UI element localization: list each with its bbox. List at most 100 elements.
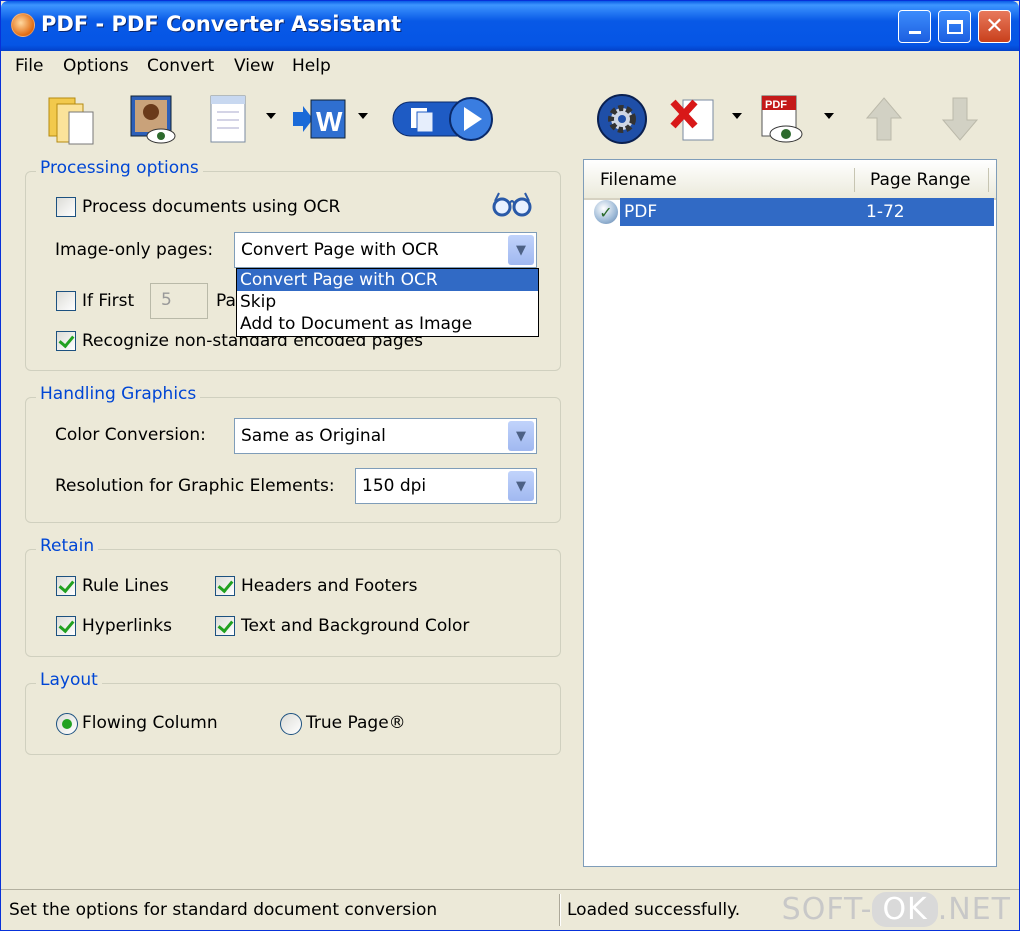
pages-label: Pa <box>216 291 236 311</box>
ocr-label: Process documents using OCR <box>82 197 341 217</box>
menu-convert[interactable]: Convert <box>147 56 214 76</box>
resolution-value: 150 dpi <box>362 476 427 496</box>
column-page-range[interactable]: Page Range <box>870 170 970 190</box>
status-load-state: Loaded successfully. <box>567 900 741 920</box>
column-divider[interactable] <box>988 168 989 192</box>
chevron-down-icon[interactable]: ▼ <box>508 471 534 501</box>
preview-button[interactable] <box>121 89 183 149</box>
document-button[interactable] <box>197 89 259 149</box>
resolution-label: Resolution for Graphic Elements: <box>55 476 335 496</box>
column-divider[interactable] <box>854 168 855 192</box>
menu-options[interactable]: Options <box>63 56 129 76</box>
open-files-button[interactable] <box>39 89 101 149</box>
minimize-icon <box>908 31 921 34</box>
dropdown-option-skip[interactable]: Skip <box>237 291 538 313</box>
svg-text:W: W <box>316 106 343 137</box>
status-message: Set the options for standard document co… <box>9 900 438 920</box>
move-up-icon <box>865 97 903 141</box>
watermark: SOFT- OK .NET <box>781 892 1011 927</box>
rule-lines-label: Rule Lines <box>82 576 169 596</box>
move-down-icon <box>941 97 979 141</box>
open-files-icon <box>48 97 94 145</box>
check-icon: ✓ <box>594 200 618 224</box>
column-filename[interactable]: Filename <box>600 170 677 190</box>
status-divider <box>559 894 561 926</box>
maximize-icon <box>946 19 963 34</box>
ocr-checkbox[interactable] <box>56 197 76 217</box>
menu-file[interactable]: File <box>15 56 43 76</box>
retain-group: Retain <box>25 536 561 657</box>
text-background-color-checkbox[interactable] <box>215 616 235 636</box>
if-first-label: If First <box>82 291 135 311</box>
window-title: PDF - PDF Converter Assistant <box>41 12 402 36</box>
hyperlinks-checkbox[interactable] <box>56 616 76 636</box>
remove-document-icon <box>670 99 714 141</box>
layout-label: Layout <box>36 670 102 690</box>
recognize-encoded-checkbox[interactable] <box>56 331 76 351</box>
remove-document-button[interactable] <box>661 89 723 149</box>
dropdown-option-convert-ocr[interactable]: Convert Page with OCR <box>237 269 538 291</box>
settings-button[interactable] <box>591 89 653 149</box>
image-only-pages-value: Convert Page with OCR <box>241 240 439 260</box>
title-bar[interactable]: PDF - PDF Converter Assistant ✕ <box>1 1 1019 51</box>
color-conversion-label: Color Conversion: <box>55 425 206 445</box>
image-only-pages-select[interactable]: Convert Page with OCR ▼ <box>234 232 537 268</box>
toolbar: W PDF <box>1 83 1019 159</box>
retain-label: Retain <box>36 536 99 556</box>
app-window: PDF - PDF Converter Assistant ✕ File Opt… <box>0 0 1020 931</box>
svg-text:PDF: PDF <box>765 99 787 111</box>
handling-graphics-group: Handling Graphics <box>25 384 561 523</box>
word-export-button[interactable]: W <box>288 89 350 149</box>
close-button[interactable]: ✕ <box>978 10 1011 43</box>
close-icon: ✕ <box>985 14 1004 39</box>
hyperlinks-label: Hyperlinks <box>82 616 173 636</box>
menu-view[interactable]: View <box>234 56 274 76</box>
preview-icon <box>130 95 176 144</box>
image-only-pages-label: Image-only pages: <box>55 240 214 260</box>
dropdown-option-add-image[interactable]: Add to Document as Image <box>237 313 538 335</box>
word-dropdown-arrow[interactable] <box>358 113 368 119</box>
headers-footers-checkbox[interactable] <box>215 576 235 596</box>
minimize-button[interactable] <box>898 10 931 43</box>
file-row-range: 1-72 <box>866 202 905 222</box>
menu-bar: File Options Convert View Help <box>1 51 1019 81</box>
move-up-button[interactable] <box>853 89 915 149</box>
flowing-column-radio[interactable] <box>56 713 78 735</box>
app-icon <box>11 13 35 37</box>
text-background-color-label: Text and Background Color <box>241 616 470 636</box>
document-icon <box>210 95 246 143</box>
settings-gear-icon <box>597 94 647 144</box>
flowing-column-label: Flowing Column <box>82 713 218 733</box>
chevron-down-icon[interactable]: ▼ <box>508 421 534 451</box>
document-dropdown-arrow[interactable] <box>266 113 276 119</box>
pdf-preview-icon: PDF <box>761 95 803 143</box>
chevron-down-icon[interactable]: ▼ <box>508 235 534 265</box>
if-first-pages-input[interactable]: 5 <box>150 283 208 319</box>
file-row-name: PDF <box>624 202 658 222</box>
glasses-icon <box>491 189 533 223</box>
remove-dropdown-arrow[interactable] <box>732 113 742 119</box>
word-export-icon: W <box>293 99 346 139</box>
resolution-select[interactable]: 150 dpi ▼ <box>355 468 537 504</box>
headers-footers-label: Headers and Footers <box>241 576 418 596</box>
file-list[interactable]: Filename Page Range ✓ PDF 1-72 <box>583 159 997 867</box>
convert-run-icon <box>392 97 493 141</box>
pdf-preview-button[interactable]: PDF <box>753 89 815 149</box>
status-bar: Set the options for standard document co… <box>1 889 1019 930</box>
handling-graphics-label: Handling Graphics <box>36 384 201 404</box>
move-down-button[interactable] <box>929 89 991 149</box>
true-page-label: True Page® <box>306 713 406 733</box>
convert-run-button[interactable] <box>389 89 499 149</box>
pdf-preview-dropdown-arrow[interactable] <box>824 113 834 119</box>
maximize-button[interactable] <box>938 10 971 43</box>
processing-options-label: Processing options <box>36 158 203 178</box>
true-page-radio[interactable] <box>280 713 302 735</box>
image-only-pages-dropdown-list: Convert Page with OCR Skip Add to Docume… <box>236 268 539 337</box>
rule-lines-checkbox[interactable] <box>56 576 76 596</box>
file-list-header: Filename Page Range <box>584 160 996 200</box>
if-first-checkbox[interactable] <box>56 291 76 311</box>
menu-help[interactable]: Help <box>292 56 331 76</box>
file-row[interactable]: PDF 1-72 <box>620 198 994 226</box>
color-conversion-select[interactable]: Same as Original ▼ <box>234 418 537 454</box>
color-conversion-value: Same as Original <box>241 426 386 446</box>
